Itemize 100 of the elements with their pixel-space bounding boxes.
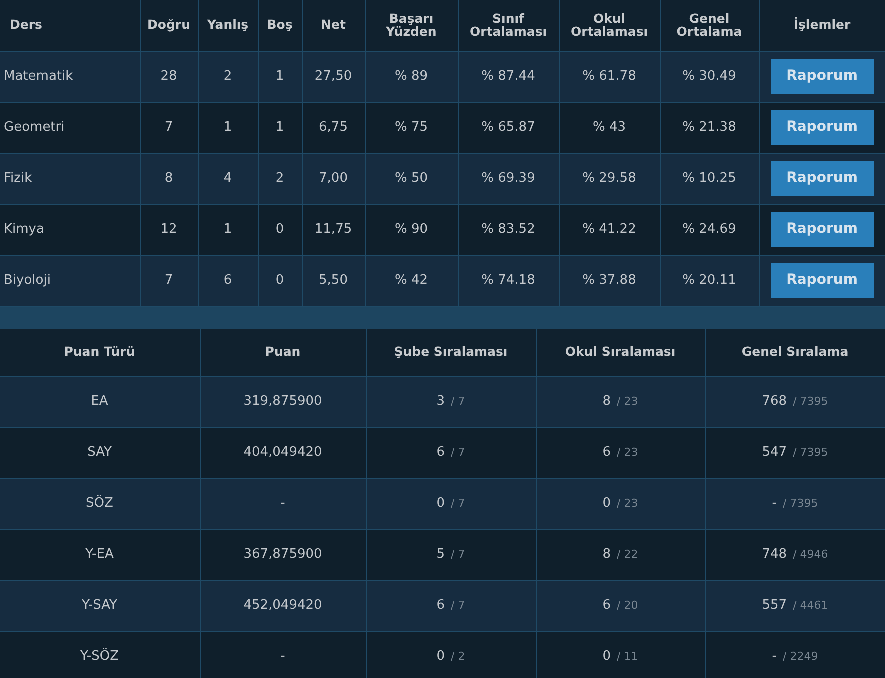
rank-total: / 4461 [793,599,828,612]
table-cell: % 74.18 [458,255,559,306]
table-cell: % 37.88 [559,255,660,306]
table-cell: EA [0,376,200,428]
rank-total: / 4946 [793,548,828,562]
table-cell: % 20.11 [660,255,759,306]
rank-total: / 2249 [783,650,818,664]
rank-value: 5 [436,547,446,562]
rank-value: 0 [602,649,612,664]
column-header: Yanlış [198,0,258,51]
table-cell: % 30.49 [660,51,759,102]
rank-value: - [772,496,777,512]
rank-total: / 7395 [783,497,818,510]
rank-total: / 7 [451,395,466,408]
table-cell: SAY [0,428,200,478]
table-cell: % 41.22 [559,204,660,255]
rank-value: 3 [436,394,446,410]
table-cell: 0 [258,204,302,255]
table-cell: % 21.38 [660,102,759,153]
rank-total: / 20 [617,599,638,612]
table-cell: 7,00 [302,153,365,204]
column-header: Başarı Yüzden [365,0,458,51]
table-cell: 12 [140,204,198,255]
table-cell: 1 [258,51,302,102]
table-cell: Geometri [0,102,140,153]
column-header: Puan Türü [0,328,200,376]
rank-total: / 7 [451,599,466,612]
table-cell: 319,875900 [200,376,366,428]
report-button[interactable]: Raporum [770,161,874,196]
table-cell: Y-SÖZ [0,632,200,678]
table-cell: % 50 [365,153,458,204]
report-button[interactable]: Raporum [770,212,874,247]
column-header: İşlemler [759,0,885,51]
table-cell: SÖZ [0,478,200,530]
report-button[interactable]: Raporum [770,110,874,145]
table-cell: Y-SAY [0,580,200,632]
rank-total: / 7 [451,497,466,510]
column-header: Okul Sıralaması [536,328,705,376]
rank-total: / 7395 [793,446,828,460]
column-header: Puan [200,328,366,376]
rank-value: 8 [602,394,612,410]
table-cell: - [200,632,366,678]
table-cell: % 75 [365,102,458,153]
table-cell: % 90 [365,204,458,255]
table-cell: 1 [198,102,258,153]
table-cell: 7 [140,102,198,153]
table-cell: % 24.69 [660,204,759,255]
table-cell: 1 [258,102,302,153]
table-cell: 8 [140,153,198,204]
rank-value: 6 [602,598,612,614]
table-cell: 28 [140,51,198,102]
rank-value: 768 [762,394,788,410]
table-cell: Kimya [0,204,140,255]
column-header: Net [302,0,365,51]
column-header: Genel Sıralama [705,328,885,376]
table-cell: 2 [258,153,302,204]
rank-value: - [772,649,777,664]
table-cell: Y-EA [0,530,200,580]
table-cell: 5,50 [302,255,365,306]
rank-total: / 11 [617,650,638,664]
column-header: Genel Ortalama [660,0,759,51]
table-cell: 11,75 [302,204,365,255]
rank-total: / 7 [451,548,466,562]
rank-value: 8 [602,547,612,562]
table-cell: 6,75 [302,102,365,153]
table-cell: % 43 [559,102,660,153]
rank-value: 6 [436,598,446,614]
table-cell: 7 [140,255,198,306]
table-cell: Matematik [0,51,140,102]
table-cell: 0 [258,255,302,306]
table-cell: % 65.87 [458,102,559,153]
rank-total: / 23 [617,395,638,408]
rank-value: 0 [436,496,446,512]
table-cell: 1 [198,204,258,255]
rank-value: 6 [436,445,446,460]
column-header: Doğru [140,0,198,51]
table-cell: % 69.39 [458,153,559,204]
rank-total: / 23 [617,497,638,510]
table-cell: % 10.25 [660,153,759,204]
rank-total: / 23 [617,446,638,460]
column-header: Sınıf Ortalaması [458,0,559,51]
rank-value: 0 [602,496,612,512]
table-cell: 4 [198,153,258,204]
report-button[interactable]: Raporum [770,59,874,94]
table-cell: Fizik [0,153,140,204]
report-button[interactable]: Raporum [770,263,874,298]
table-cell: - [200,478,366,530]
column-header: Şube Sıralaması [366,328,536,376]
table-cell: % 29.58 [559,153,660,204]
rank-total: / 2 [451,650,466,664]
table-cell: 367,875900 [200,530,366,580]
rank-value: 547 [762,445,788,460]
column-header: Ders [0,0,140,51]
table-cell: % 87.44 [458,51,559,102]
table-cell: 404,049420 [200,428,366,478]
table-cell: 27,50 [302,51,365,102]
table-cell: % 61.78 [559,51,660,102]
table-cell: % 83.52 [458,204,559,255]
rank-value: 0 [436,649,446,664]
table-cell: 6 [198,255,258,306]
